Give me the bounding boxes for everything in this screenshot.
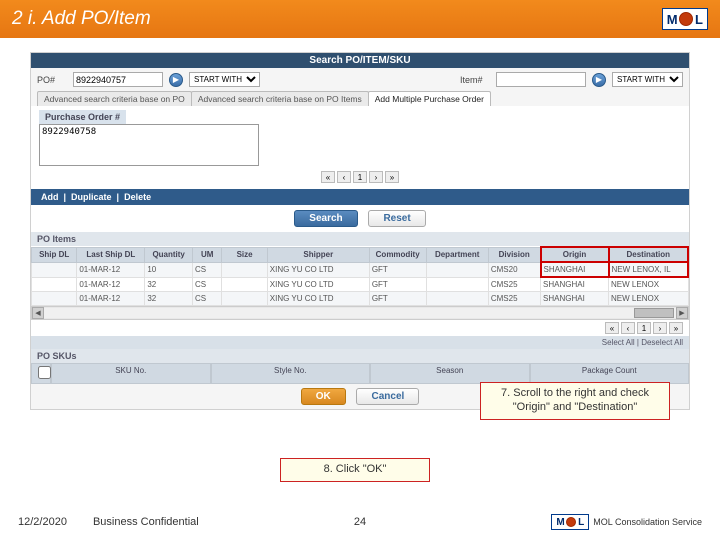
po-number-textarea[interactable]: 8922940758: [39, 124, 259, 166]
callout-step-7: 7. Scroll to the right and check "Origin…: [480, 382, 670, 420]
delete-link[interactable]: Delete: [124, 192, 151, 202]
footer-page: 24: [354, 516, 366, 528]
pager-first-icon[interactable]: «: [321, 171, 335, 183]
gpager-num[interactable]: 1: [637, 322, 651, 334]
table-row[interactable]: 01-MAR-1232CSXING YU CO LTDGFTCMS25SHANG…: [32, 277, 689, 292]
footer-confidential: Business Confidential: [93, 516, 199, 528]
col-sku-no[interactable]: SKU No.: [51, 363, 211, 384]
action-bar: Add | Duplicate | Delete: [31, 189, 689, 205]
col-origin[interactable]: Origin: [541, 247, 609, 262]
scroll-thumb[interactable]: [634, 308, 674, 318]
pager-next-icon[interactable]: ›: [369, 171, 383, 183]
po-skus-label: PO SKUs: [31, 349, 689, 363]
col-last-ship-dl[interactable]: Last Ship DL: [77, 247, 145, 262]
col-style-no[interactable]: Style No.: [211, 363, 371, 384]
item-label: Item#: [460, 75, 490, 85]
multi-po-panel: Purchase Order # 8922940758 « ‹ 1 › »: [31, 106, 689, 189]
globe-icon: [566, 517, 576, 527]
search-button[interactable]: Search: [294, 210, 357, 227]
footer-service: MOL Consolidation Service: [593, 517, 702, 527]
go-icon-2[interactable]: ▶: [592, 73, 606, 87]
table-row[interactable]: 01-MAR-1232CSXING YU CO LTDGFTCMS25SHANG…: [32, 292, 689, 306]
item-input[interactable]: [496, 72, 586, 87]
table-row[interactable]: 01-MAR-1210CSXING YU CO LTDGFTCMS20SHANG…: [32, 262, 689, 277]
search-header: Search PO/ITEM/SKU: [31, 53, 689, 68]
item-match-select[interactable]: START WITH: [612, 72, 683, 87]
scroll-track[interactable]: [44, 308, 676, 318]
scroll-left-icon[interactable]: ◀: [32, 307, 44, 319]
gpager-prev-icon[interactable]: ‹: [621, 322, 635, 334]
horizontal-scrollbar[interactable]: ◀ ▶: [31, 306, 689, 320]
select-deselect[interactable]: Select All | Deselect All: [31, 336, 689, 349]
po-match-select[interactable]: START WITH: [189, 72, 260, 87]
pager-last-icon[interactable]: »: [385, 171, 399, 183]
pager-prev-icon[interactable]: ‹: [337, 171, 351, 183]
sku-header-row: SKU No. Style No. Season Package Count: [31, 363, 689, 384]
po-items-grid: Ship DL Last Ship DL Quantity UM Size Sh…: [31, 246, 689, 306]
app-frame: Search PO/ITEM/SKU PO# ▶ START WITH Item…: [30, 52, 690, 410]
po-number-label: Purchase Order #: [39, 110, 126, 124]
slide-title: 2 i. Add PO/Item: [12, 8, 151, 30]
col-package-count[interactable]: Package Count: [530, 363, 690, 384]
footer-date: 12/2/2020: [18, 516, 67, 528]
tab-add-multiple[interactable]: Add Multiple Purchase Order: [368, 91, 491, 106]
go-icon[interactable]: ▶: [169, 73, 183, 87]
reset-button[interactable]: Reset: [368, 210, 425, 227]
col-shipper[interactable]: Shipper: [267, 247, 369, 262]
add-link[interactable]: Add: [41, 192, 59, 202]
grid-pager: « ‹ 1 › »: [31, 320, 689, 336]
pager-num[interactable]: 1: [353, 171, 367, 183]
screenshot-container: Search PO/ITEM/SKU PO# ▶ START WITH Item…: [0, 38, 720, 410]
ok-button[interactable]: OK: [301, 388, 346, 405]
slide-footer: 12/2/2020 Business Confidential 24 M L M…: [0, 514, 720, 530]
duplicate-link[interactable]: Duplicate: [71, 192, 112, 202]
sku-checkbox-col[interactable]: [31, 363, 51, 384]
col-um[interactable]: UM: [192, 247, 221, 262]
mol-logo: M L: [662, 8, 708, 30]
po-items-label: PO Items: [31, 232, 689, 246]
scroll-right-icon[interactable]: ▶: [676, 307, 688, 319]
col-department[interactable]: Department: [426, 247, 488, 262]
search-reset-row: Search Reset: [31, 205, 689, 232]
gpager-last-icon[interactable]: »: [669, 322, 683, 334]
footer-logo: M L MOL Consolidation Service: [551, 514, 702, 530]
col-commodity[interactable]: Commodity: [369, 247, 426, 262]
tab-adv-po[interactable]: Advanced search criteria base on PO: [37, 91, 192, 106]
col-ship-dl[interactable]: Ship DL: [32, 247, 77, 262]
gpager-first-icon[interactable]: «: [605, 322, 619, 334]
col-size[interactable]: Size: [222, 247, 267, 262]
cancel-button[interactable]: Cancel: [356, 388, 419, 405]
col-quantity[interactable]: Quantity: [145, 247, 193, 262]
tabs: Advanced search criteria base on PO Adva…: [31, 91, 689, 106]
gpager-next-icon[interactable]: ›: [653, 322, 667, 334]
slide-title-bar: 2 i. Add PO/Item M L: [0, 0, 720, 38]
pager: « ‹ 1 › »: [39, 169, 681, 185]
criteria-row: PO# ▶ START WITH Item# ▶ START WITH: [31, 68, 689, 91]
callout-step-8: 8. Click "OK": [280, 458, 430, 482]
col-division[interactable]: Division: [488, 247, 540, 262]
po-label: PO#: [37, 75, 67, 85]
tab-adv-po-items[interactable]: Advanced search criteria base on PO Item…: [191, 91, 369, 106]
col-destination[interactable]: Destination: [609, 247, 688, 262]
globe-icon: [679, 12, 693, 26]
col-season[interactable]: Season: [370, 363, 530, 384]
po-input[interactable]: [73, 72, 163, 87]
